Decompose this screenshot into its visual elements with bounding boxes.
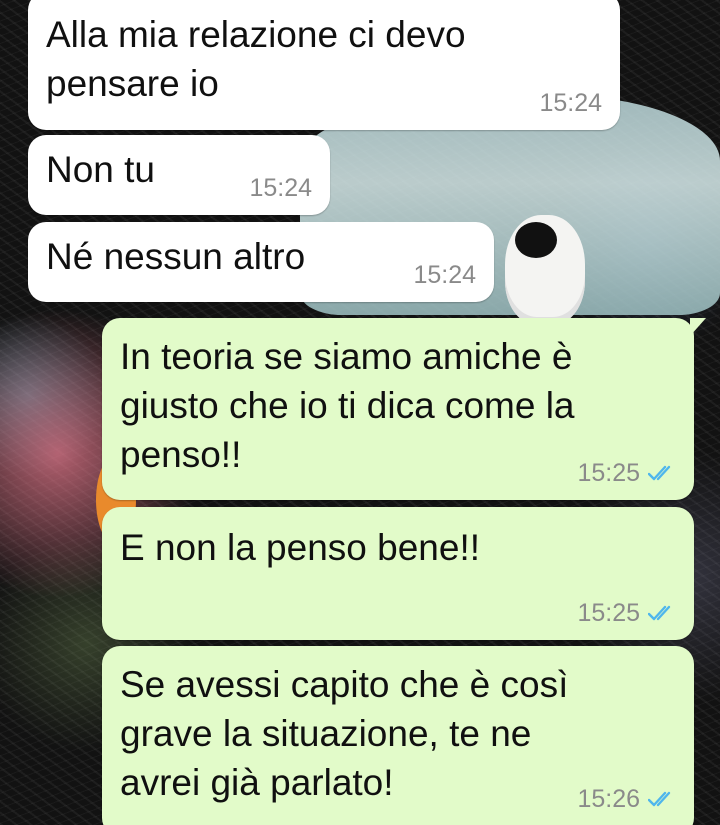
message-text: Se avessi capito che è così grave la sit… [120,664,569,804]
message-text: Alla mia relazione ci devo pensare io [46,14,466,105]
message-time: 15:25 [577,598,640,627]
message-bubble-incoming[interactable]: Non tu 15:24 [28,135,330,215]
message-time: 15:24 [413,260,476,289]
message-time: 15:26 [577,784,640,813]
double-check-icon [648,792,671,807]
message-bubble-outgoing[interactable]: In teoria se siamo amiche è giusto che i… [102,318,706,500]
double-check-icon [648,466,671,481]
message-text: Non tu [46,149,156,190]
wallpaper-penguin-head [515,222,557,258]
message-time: 15:25 [577,458,640,487]
message-time: 15:24 [249,173,312,202]
message-text: Né nessun altro [46,236,306,277]
message-bubble-incoming[interactable]: Né nessun altro 15:24 [28,222,494,302]
message-bubble-outgoing[interactable]: E non la penso bene!! 15:25 [102,507,694,640]
message-meta: 15:24 [539,87,602,120]
message-meta: 15:24 [413,259,476,292]
double-check-icon [648,606,671,621]
message-text: In teoria se siamo amiche è giusto che i… [120,336,575,476]
message-time: 15:24 [539,88,602,117]
message-text: E non la penso bene!! [120,527,481,568]
message-meta: 15:24 [249,172,312,205]
message-meta: 15:26 [577,783,676,816]
bubble-tail [690,318,706,336]
message-bubble-incoming[interactable]: Alla mia relazione ci devo pensare io 15… [28,0,620,130]
message-bubble-outgoing[interactable]: Se avessi capito che è così grave la sit… [102,646,694,825]
message-meta: 15:25 [577,597,676,630]
message-meta: 15:25 [577,457,676,490]
